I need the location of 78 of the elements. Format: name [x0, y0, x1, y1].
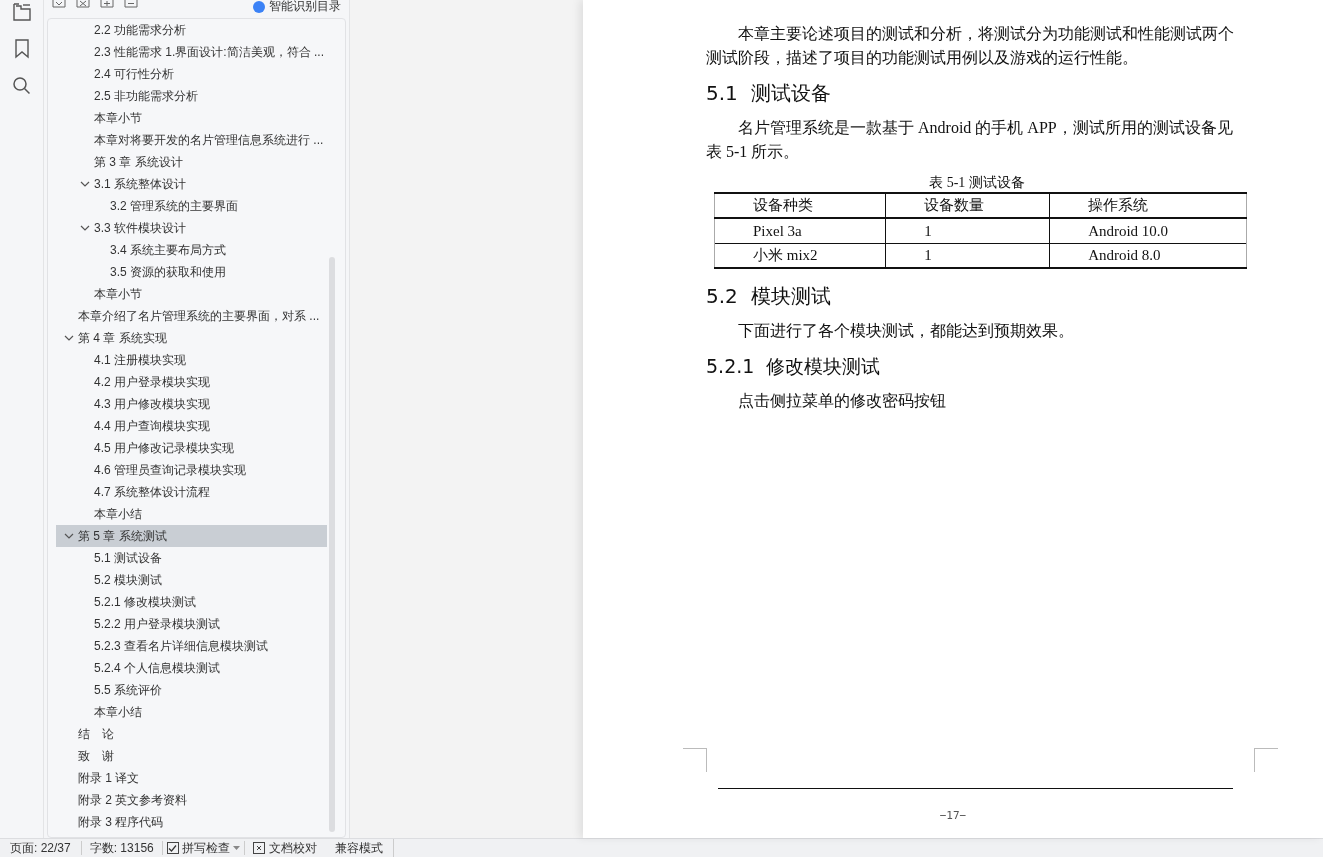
outline-item[interactable]: 本章小节 [56, 283, 327, 305]
caret-icon[interactable] [80, 223, 90, 233]
outline-item[interactable]: 本章对将要开发的名片管理信息系统进行 ... [56, 129, 327, 151]
table-cell: 1 [885, 218, 1050, 243]
outline-item[interactable]: 第 3 章 系统设计 [56, 151, 327, 173]
outline-item[interactable]: 5.2 模块测试 [56, 569, 327, 591]
table-cell: Android 10.0 [1049, 218, 1247, 243]
outline-item[interactable]: 附录 2 英文参考资料 [56, 789, 327, 811]
caret-icon[interactable] [80, 179, 90, 189]
outline-item[interactable]: 2.5 非功能需求分析 [56, 85, 327, 107]
section-heading: 5.2 模块测试 [706, 283, 832, 309]
outline-item[interactable]: 2.2 功能需求分析 [56, 19, 327, 41]
column-header: 设备种类 [714, 193, 886, 218]
bookmark-icon[interactable] [13, 39, 30, 59]
close-box-icon [252, 842, 265, 854]
outline-item[interactable]: 4.5 用户修改记录模块实现 [56, 437, 327, 459]
outline-item[interactable]: 致 谢 [56, 745, 327, 767]
outline-item[interactable]: 5.2.4 个人信息模块测试 [56, 657, 327, 679]
column-header: 设备数量 [885, 193, 1050, 218]
outline-item[interactable]: 5.2.3 查看名片详细信息模块测试 [56, 635, 327, 657]
outline-item[interactable]: 5.2.1 修改模块测试 [56, 591, 327, 613]
outline-item[interactable]: 4.3 用户修改模块实现 [56, 393, 327, 415]
outline-item[interactable]: 4.6 管理员查询记录模块实现 [56, 459, 327, 481]
outline-item[interactable]: 附录 3 程序代码 [56, 811, 327, 833]
outline-item[interactable]: 4.4 用户查询模块实现 [56, 415, 327, 437]
outline-item[interactable]: 本章小结 [56, 701, 327, 723]
outline-item[interactable]: 5.5 系统评价 [56, 679, 327, 701]
table-cell: 1 [885, 243, 1050, 268]
expand-all-icon[interactable] [76, 0, 90, 8]
dropdown-icon[interactable] [232, 846, 240, 850]
outline-item[interactable]: 4.2 用户登录模块实现 [56, 371, 327, 393]
paragraph: 点击侧拉菜单的修改密码按钮 [737, 391, 947, 411]
plus-icon[interactable] [100, 0, 114, 8]
section-heading: 5.1 测试设备 [706, 80, 832, 106]
checkbox[interactable] [166, 842, 179, 854]
collapse-all-icon[interactable] [52, 0, 66, 8]
page-number: −17− [938, 808, 968, 824]
caret-icon[interactable] [64, 531, 74, 541]
outline-item[interactable]: 第 5 章 系统测试 [56, 525, 327, 547]
outline-icon[interactable] [11, 2, 32, 22]
corner-mark [683, 748, 707, 772]
outline-item[interactable]: 本章小节 [56, 107, 327, 129]
scrollbar[interactable] [329, 257, 335, 832]
proofread-button[interactable]: 文档校对 [244, 839, 325, 857]
smart-toc-toggle[interactable]: 智能识别目录 [253, 0, 341, 13]
outline-item[interactable]: 2.3 性能需求 1.界面设计:简洁美观，符合 ... [56, 41, 327, 63]
table-cell: Android 8.0 [1049, 243, 1247, 268]
outline-item[interactable]: 3.2 管理系统的主要界面 [56, 195, 327, 217]
outline-item[interactable]: 3.4 系统主要布局方式 [56, 239, 327, 261]
outline-item[interactable]: 3.3 软件模块设计 [56, 217, 327, 239]
paragraph: 本章主要论述项目的测试和分析，将测试分为功能测试和性能测试两个测试阶段，描述了项目的功能测试用例以及游戏的运行性能。 [706, 24, 1235, 68]
paragraph: 下面进行了各个模块测试，都能达到预期效果。 [737, 321, 1075, 341]
outline-item[interactable]: 本章介绍了名片管理系统的主要界面，对系 ... [56, 305, 327, 327]
search-icon[interactable] [11, 76, 32, 96]
column-header: 操作系统 [1049, 193, 1247, 218]
outline-item[interactable]: 附录 1 译文 [56, 767, 327, 789]
spell-check-button[interactable]: 拼写检查 [162, 839, 244, 857]
outline-item[interactable]: 5.2.2 用户登录模块测试 [56, 613, 327, 635]
word-count: 字数: 13156 [88, 840, 155, 857]
outline-item[interactable]: 3.1 系统整体设计 [56, 173, 327, 195]
table-cell: Pixel 3a [714, 218, 886, 243]
outline-item[interactable]: 2.4 可行性分析 [56, 63, 327, 85]
outline-item[interactable]: 5.1 测试设备 [56, 547, 327, 569]
minus-icon[interactable] [124, 0, 138, 8]
subsection-heading: 5.2.1 修改模块测试 [706, 354, 882, 379]
table-cell: 小米 mix2 [714, 243, 886, 268]
outline-item[interactable]: 结 论 [56, 723, 327, 745]
outline-item[interactable]: 4.1 注册模块实现 [56, 349, 327, 371]
table-caption: 表 5-1 测试设备 [928, 174, 1026, 192]
corner-mark [1254, 748, 1278, 772]
page-count: 页面: 22/37 [9, 840, 72, 857]
compatibility-mode-label: 兼容模式 [324, 839, 394, 857]
outline-item[interactable]: 3.5 资源的获取和使用 [56, 261, 327, 283]
outline-item[interactable]: 本章小结 [56, 503, 327, 525]
outline-item[interactable]: 第 4 章 系统实现 [56, 327, 327, 349]
outline-item[interactable]: 4.7 系统整体设计流程 [56, 481, 327, 503]
paragraph: 名片管理系统是一款基于 Android 的手机 APP，测试所用的测试设备见表 5-1 所示。 [706, 118, 1234, 162]
caret-icon[interactable] [64, 333, 74, 343]
